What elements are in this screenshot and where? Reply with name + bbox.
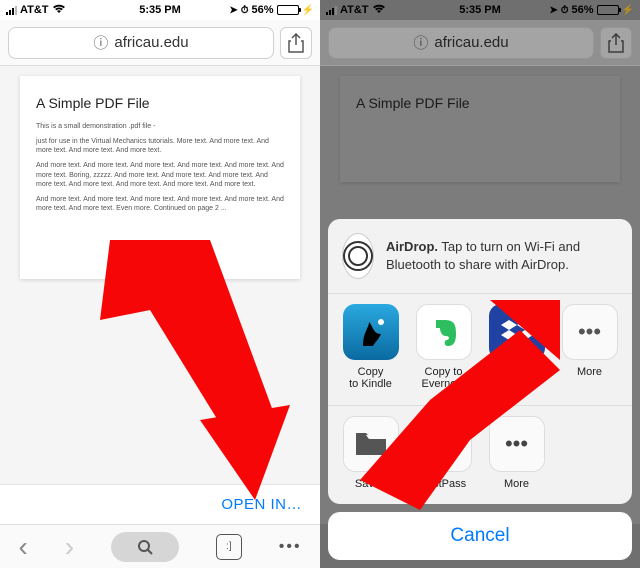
left-phone: AT&T 5:35 PM ➤ ⏱ 56% ⚡ ⓘ africau.edu A S… [0, 0, 320, 568]
share-app-label: Copy toDropbox [496, 366, 538, 391]
action-label: Save t [355, 478, 386, 490]
more-icon: ••• [562, 304, 618, 360]
share-apps-row[interactable]: Copyto Kindle Copy toEvernote Copy toDro… [328, 293, 632, 405]
action-lastpass[interactable]: •••| LastPass [409, 416, 479, 490]
share-app-more[interactable]: ••• More [555, 304, 625, 391]
open-in-label: OPEN IN… [221, 496, 302, 513]
more-button[interactable]: ••• [279, 538, 302, 556]
share-sheet: AirDrop. Tap to turn on Wi-Fi and Blueto… [328, 219, 632, 560]
airdrop-row[interactable]: AirDrop. Tap to turn on Wi-Fi and Blueto… [328, 219, 632, 293]
lastpass-icon: •••| [416, 416, 472, 472]
dropbox-icon [489, 304, 545, 360]
share-app-label: More [577, 366, 602, 379]
open-in-bar[interactable]: OPEN IN… [0, 484, 320, 524]
share-app-dropbox[interactable]: Copy toDropbox [482, 304, 552, 391]
status-bar: AT&T 5:35 PM ➤ ⏱ 56% ⚡ [0, 0, 320, 20]
back-button[interactable]: ‹ [18, 531, 27, 563]
doc-para: And more text. And more text. And more t… [36, 195, 284, 213]
url-text: africau.edu [114, 34, 188, 51]
cancel-button[interactable]: Cancel [328, 512, 632, 560]
page-content[interactable]: A Simple PDF File This is a small demons… [0, 66, 320, 524]
kindle-icon [343, 304, 399, 360]
action-label: More [504, 478, 529, 490]
airdrop-icon [342, 233, 374, 279]
share-app-kindle[interactable]: Copyto Kindle [336, 304, 406, 391]
bottom-toolbar: ‹ › :] ••• [0, 524, 320, 568]
battery-icon [277, 5, 299, 15]
share-app-evernote[interactable]: Copy toEvernote [409, 304, 479, 391]
pdf-document: A Simple PDF File This is a small demons… [20, 76, 300, 279]
tabs-button[interactable]: :] [216, 534, 242, 560]
action-label: LastPass [421, 478, 466, 490]
share-button[interactable] [280, 27, 312, 59]
action-more[interactable]: ••• More [482, 416, 552, 490]
site-info-icon[interactable]: ⓘ [93, 32, 108, 53]
share-app-label: Copy toEvernote [421, 366, 465, 391]
clock-label: 5:35 PM [0, 4, 320, 16]
doc-para: This is a small demonstration .pdf file … [36, 122, 284, 131]
address-bar[interactable]: ⓘ africau.edu [8, 27, 274, 59]
doc-para: just for use in the Virtual Mechanics tu… [36, 137, 284, 155]
action-save-to-files[interactable]: Save t [336, 416, 406, 490]
share-sheet-card: AirDrop. Tap to turn on Wi-Fi and Blueto… [328, 219, 632, 504]
right-phone: AT&T 5:35 PM ➤ ⏱ 56% ⚡ ⓘ africau.edu A S… [320, 0, 640, 568]
evernote-icon [416, 304, 472, 360]
search-button[interactable] [111, 532, 179, 562]
doc-para: And more text. And more text. And more t… [36, 161, 284, 188]
more-icon: ••• [489, 416, 545, 472]
forward-button[interactable]: › [65, 531, 74, 563]
search-icon [137, 539, 153, 555]
cancel-label: Cancel [450, 525, 509, 546]
share-actions-row[interactable]: Save t •••| LastPass ••• More [328, 405, 632, 504]
address-bar-row: ⓘ africau.edu [0, 20, 320, 66]
share-app-label: Copyto Kindle [349, 366, 392, 391]
doc-title: A Simple PDF File [36, 94, 284, 112]
folder-icon [343, 416, 399, 472]
share-icon [288, 33, 304, 53]
airdrop-text: AirDrop. Tap to turn on Wi-Fi and Blueto… [386, 238, 618, 273]
